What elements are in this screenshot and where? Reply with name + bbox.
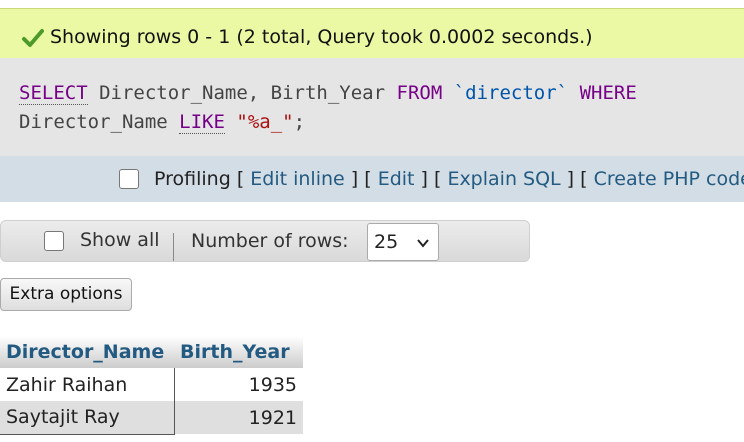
success-message: Showing rows 0 - 1 (2 total, Query took …	[0, 8, 744, 58]
create-php-code-link[interactable]: Create PHP code	[594, 168, 744, 190]
header-row: Director_Name Birth_Year	[0, 336, 303, 368]
success-text: Showing rows 0 - 1 (2 total, Query took …	[50, 26, 593, 48]
show-all-label[interactable]: Show all	[80, 229, 160, 251]
checkmark-icon	[22, 29, 44, 47]
sql-line-1: SELECT Director_Name, Birth_Year FROM `d…	[19, 82, 637, 105]
sql-pattern: "%a_"	[236, 111, 294, 133]
column-header-birth-year[interactable]: Birth_Year	[174, 336, 303, 368]
nav-divider	[173, 233, 174, 261]
sql-keyword-from: FROM	[396, 82, 443, 104]
rows-label: Number of rows:	[191, 230, 349, 252]
profiling-bar: Profiling [ Edit inline ] [ Edit ] [ Exp…	[0, 156, 744, 202]
sql-where-column: Director_Name	[19, 111, 180, 133]
show-all-checkbox[interactable]	[44, 231, 64, 251]
navigation-bar: Show all Number of rows: 25	[0, 220, 530, 262]
profiling-links: Profiling [ Edit inline ] [ Edit ] [ Exp…	[154, 168, 744, 190]
sql-keyword-select[interactable]: SELECT	[19, 82, 88, 105]
edit-link[interactable]: Edit	[378, 168, 415, 190]
table-row: Zahir Raihan 1935	[0, 368, 303, 401]
sql-query-box[interactable]: SELECT Director_Name, Birth_Year FROM `d…	[0, 58, 744, 156]
results-table: Director_Name Birth_Year Zahir Raihan 19…	[0, 336, 303, 435]
profiling-label: Profiling	[154, 168, 231, 190]
sql-columns: Director_Name, Birth_Year	[87, 82, 397, 104]
sql-keyword-where: WHERE	[579, 82, 637, 104]
column-header-director-name[interactable]: Director_Name	[0, 336, 174, 368]
sql-terminator: ;	[293, 111, 306, 133]
director-name-cell[interactable]: Zahir Raihan	[0, 368, 175, 401]
profiling-checkbox[interactable]	[119, 169, 139, 189]
edit-inline-link[interactable]: Edit inline	[250, 168, 344, 190]
chevron-down-icon	[417, 239, 429, 248]
extra-options-button[interactable]: Extra options	[0, 278, 132, 311]
birth-year-cell[interactable]: 1921	[174, 401, 303, 434]
sql-line-2: Director_Name LIKE "%a_";	[19, 111, 306, 134]
explain-sql-link[interactable]: Explain SQL	[447, 168, 560, 190]
table-row: Saytajit Ray 1921	[0, 401, 303, 435]
sql-keyword-like[interactable]: LIKE	[179, 111, 225, 134]
rows-per-page-select[interactable]: 25	[367, 223, 439, 261]
sql-table-name: `director`	[453, 82, 569, 104]
birth-year-cell[interactable]: 1935	[174, 368, 303, 401]
director-name-cell[interactable]: Saytajit Ray	[0, 401, 175, 435]
rows-select-value: 25	[374, 231, 399, 253]
